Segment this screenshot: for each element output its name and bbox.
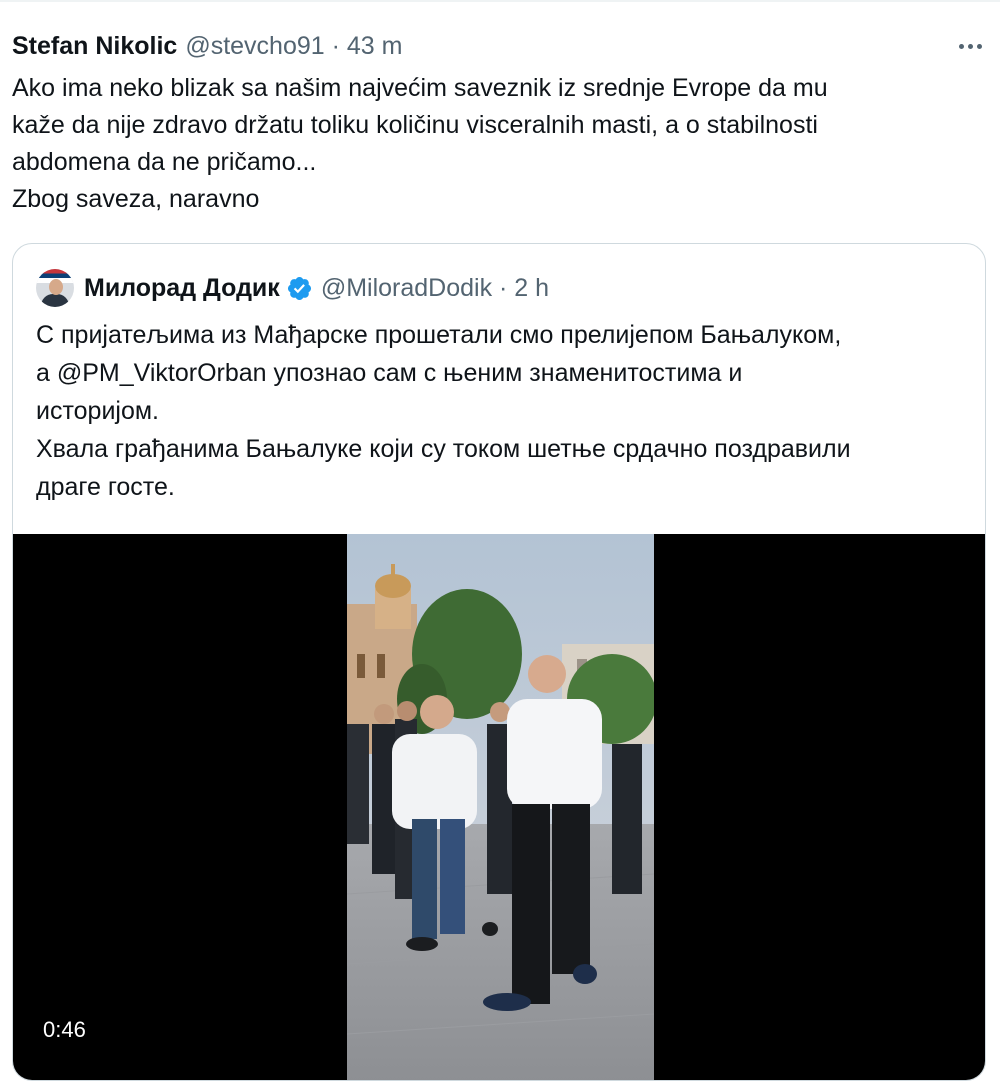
tweet-line: Ako ima neko blizak sa našim najvećim sa… bbox=[12, 74, 828, 102]
quoted-line: Хвала грађанима Бањалуке који су током ш… bbox=[36, 435, 851, 463]
tweet-header: Stefan Nikolic @stevcho91 · 43 m bbox=[12, 30, 402, 62]
quoted-line: а @PM_ViktorOrban упознао сам с њеним зн… bbox=[36, 359, 743, 387]
tweet-text: Ako ima neko blizak sa našim najvećim sa… bbox=[12, 70, 982, 218]
video-duration: 0:46 bbox=[43, 1017, 86, 1042]
author-name[interactable]: Stefan Nikolic bbox=[12, 32, 177, 61]
quoted-handle-time[interactable]: @MiloradDodik · 2 h bbox=[321, 274, 549, 303]
quoted-author-name[interactable]: Милорад Додик bbox=[84, 274, 280, 303]
quoted-line: историјом. bbox=[36, 397, 159, 425]
tweet-line: kaže da nije zdravo držatu toliku količi… bbox=[12, 111, 818, 139]
tweet-line: abdomena da ne pričamo... bbox=[12, 148, 317, 176]
quoted-tweet-text: С пријатељима из Мађарске прошетали смо … bbox=[36, 316, 976, 506]
quoted-tweet-header: Милорад Додик @MiloradDodik · 2 h bbox=[36, 268, 549, 308]
tweet-line: Zbog saveza, naravno bbox=[12, 185, 260, 213]
top-divider bbox=[0, 0, 1000, 2]
quoted-line: драге госте. bbox=[36, 473, 175, 501]
more-horizontal-icon[interactable] bbox=[950, 30, 990, 62]
quoted-line: С пријатељима из Мађарске прошетали смо … bbox=[36, 321, 842, 349]
video-thumbnail bbox=[347, 534, 654, 1080]
quoted-tweet[interactable]: Милорад Додик @MiloradDodik · 2 h С приј… bbox=[12, 243, 986, 1081]
avatar[interactable] bbox=[36, 269, 74, 307]
video-player[interactable]: 0:46 bbox=[13, 534, 985, 1080]
author-handle-time[interactable]: @stevcho91 · 43 m bbox=[185, 32, 402, 61]
verified-badge-icon bbox=[287, 276, 311, 300]
